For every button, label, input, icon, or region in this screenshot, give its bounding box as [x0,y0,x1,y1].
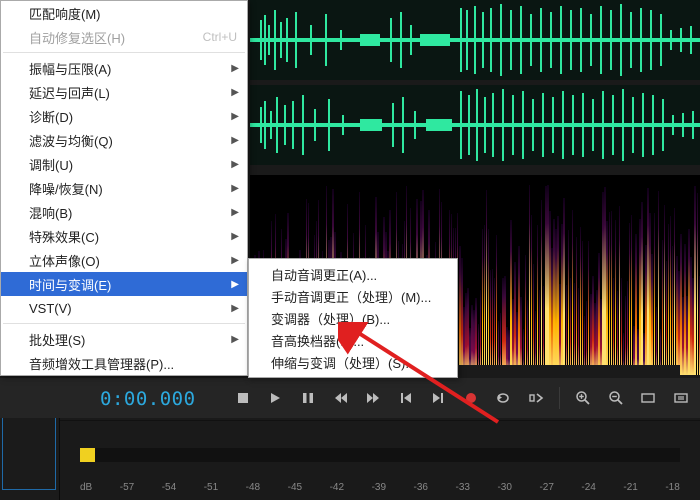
menu-match-loudness[interactable]: 匹配响度(M) [1,1,247,25]
scale-tick: -51 [204,482,218,493]
chevron-right-icon: ▶ [231,135,239,146]
play-button[interactable] [266,388,285,408]
level-meter-scale: dB -57 -54 -51 -48 -45 -42 -39 -36 -33 -30 -27 -24 -2… [80,482,680,493]
menu-vst[interactable]: VST(V) ▶ [1,296,247,320]
scale-tick: -57 [120,482,134,493]
menu-reverb[interactable]: 混响(B) ▶ [1,200,247,224]
pause-button[interactable] [299,388,318,408]
zoom-full-button[interactable] [639,388,658,408]
menu-item-label: 诊断(D) [29,107,73,126]
timecode-display[interactable]: 0:00.000 [100,388,196,410]
menu-item-label: 滤波与均衡(Q) [29,131,113,150]
time-pitch-submenu: 自动音调更正(A)... 手动音调更正（处理）(M)... 变调器（处理）(B)… [248,258,458,378]
menu-item-label: 音频增效工具管理器(P)... [29,354,174,373]
menu-item-shortcut: Ctrl+U [183,30,237,44]
menu-item-label: 匹配响度(M) [29,4,101,23]
submenu-pitch-shifter-process[interactable]: 变调器（处理）(B)... [249,307,457,329]
menu-item-label: 混响(B) [29,203,72,222]
toolbar-separator [559,387,560,409]
zoom-selection-button[interactable] [672,388,691,408]
submenu-manual-pitch[interactable]: 手动音调更正（处理）(M)... [249,285,457,307]
menu-separator [3,323,245,324]
waveform-channel-1 [250,0,700,80]
chevron-right-icon: ▶ [231,255,239,266]
scale-tick: -24 [581,482,595,493]
menu-item-label: VST(V) [29,301,72,316]
chevron-right-icon: ▶ [231,159,239,170]
fast-forward-button[interactable] [364,388,383,408]
menu-delay-echo[interactable]: 延迟与回声(L) ▶ [1,80,247,104]
menu-item-label: 调制(U) [29,155,73,174]
menu-noise-reduction[interactable]: 降噪/恢复(N) ▶ [1,176,247,200]
chevron-right-icon: ▶ [231,63,239,74]
menu-time-pitch[interactable]: 时间与变调(E) ▶ [1,272,247,296]
menu-auto-heal[interactable]: 自动修复选区(H) Ctrl+U [1,25,247,49]
chevron-right-icon: ▶ [231,231,239,242]
submenu-stretch-pitch[interactable]: 伸缩与变调（处理）(S)... [249,351,457,373]
menu-diagnostics[interactable]: 诊断(D) ▶ [1,104,247,128]
chevron-right-icon: ▶ [231,111,239,122]
menu-item-label: 特殊效果(C) [29,227,99,246]
level-meter[interactable] [80,448,680,462]
loop-button[interactable] [494,388,513,408]
menu-separator [3,52,245,53]
scale-tick: -21 [623,482,637,493]
chevron-right-icon: ▶ [231,303,239,314]
effects-menu: 匹配响度(M) 自动修复选区(H) Ctrl+U 振幅与压限(A) ▶ 延迟与回… [0,0,248,376]
scale-tick: -30 [497,482,511,493]
scale-tick: -36 [414,482,428,493]
waveform-channel-2 [250,85,700,165]
submenu-pitch-shifter[interactable]: 音高换档器(P)... [249,329,457,351]
menu-item-label: 降噪/恢复(N) [29,179,103,198]
submenu-item-label: 变调器（处理）(B)... [271,309,390,328]
rewind-button[interactable] [331,388,350,408]
menu-item-label: 延迟与回声(L) [29,83,110,102]
scale-tick: -33 [456,482,470,493]
menu-item-label: 自动修复选区(H) [29,28,125,47]
chevron-right-icon: ▶ [231,87,239,98]
submenu-item-label: 音高换档器(P)... [271,331,364,350]
skip-selection-button[interactable] [526,388,545,408]
zoom-in-button[interactable] [574,388,593,408]
stop-button[interactable] [234,388,253,408]
chevron-right-icon: ▶ [231,334,239,345]
menu-batch[interactable]: 批处理(S) ▶ [1,327,247,351]
menu-item-label: 立体声像(O) [29,251,100,270]
submenu-item-label: 自动音调更正(A)... [271,265,377,284]
scale-tick: -39 [372,482,386,493]
scale-tick: -42 [330,482,344,493]
menu-stereo-imagery[interactable]: 立体声像(O) ▶ [1,248,247,272]
level-meter-fill [80,448,95,462]
submenu-auto-pitch[interactable]: 自动音调更正(A)... [249,263,457,285]
zoom-out-button[interactable] [606,388,625,408]
chevron-right-icon: ▶ [231,183,239,194]
menu-item-label: 批处理(S) [29,330,85,349]
scale-tick: -18 [665,482,679,493]
menu-item-label: 时间与变调(E) [29,275,111,294]
menu-amplitude[interactable]: 振幅与压限(A) ▶ [1,56,247,80]
chevron-right-icon: ▶ [231,279,239,290]
record-button[interactable] [461,388,480,408]
menu-plugin-manager[interactable]: 音频增效工具管理器(P)... [1,351,247,375]
skip-back-button[interactable] [396,388,415,408]
menu-special[interactable]: 特殊效果(C) ▶ [1,224,247,248]
chevron-right-icon: ▶ [231,207,239,218]
scale-tick: -54 [162,482,176,493]
skip-forward-button[interactable] [429,388,448,408]
menu-modulation[interactable]: 调制(U) ▶ [1,152,247,176]
submenu-item-label: 手动音调更正（处理）(M)... [271,287,431,306]
scale-tick: -27 [539,482,553,493]
scale-tick: -48 [246,482,260,493]
menu-item-label: 振幅与压限(A) [29,59,111,78]
submenu-item-label: 伸缩与变调（处理）(S)... [271,353,416,372]
menu-filter-eq[interactable]: 滤波与均衡(Q) ▶ [1,128,247,152]
scale-tick: dB [80,482,92,493]
scale-tick: -45 [288,482,302,493]
